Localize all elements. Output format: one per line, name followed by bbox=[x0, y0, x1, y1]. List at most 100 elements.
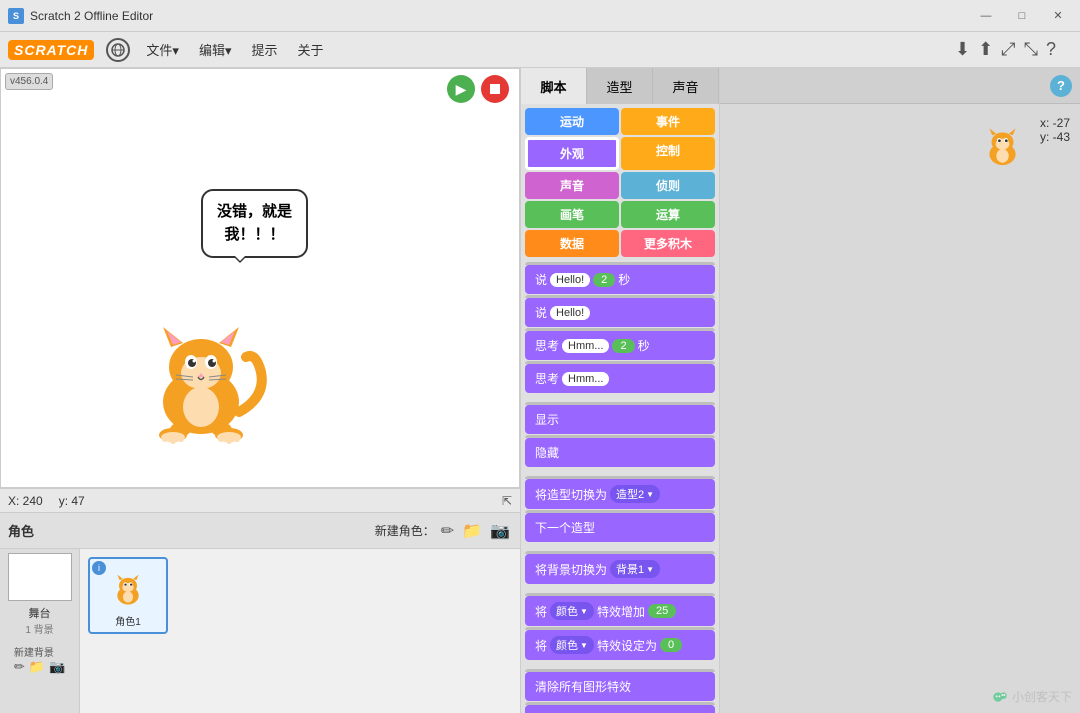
coord-x-display: x: -27 bbox=[1040, 116, 1070, 130]
new-bg-file-icon[interactable]: 📁 bbox=[29, 659, 45, 675]
block-think[interactable]: 思考 Hmm... bbox=[525, 364, 715, 393]
left-panel: v456.0.4 ▶ 没错，就是 我！！！ bbox=[0, 68, 520, 713]
block-say-hello[interactable]: 说 Hello! bbox=[525, 298, 715, 327]
stage-backdrops: 1 背景 bbox=[25, 621, 53, 636]
sprite-item[interactable]: i bbox=[88, 557, 168, 634]
block-input-2b[interactable]: 2 bbox=[612, 339, 634, 353]
block-suffix-sec: 秒 bbox=[618, 271, 630, 288]
new-bg-camera-icon[interactable]: 📷 bbox=[49, 659, 65, 675]
blocks-container: 说 Hello! 2 秒 说 Hello! 思考 Hmm... 2 秒 bbox=[521, 261, 719, 713]
blocks-scroll-area: 说 Hello! 2 秒 说 Hello! 思考 Hmm... 2 秒 bbox=[521, 261, 719, 713]
block-label: 将背景切换为 bbox=[535, 561, 607, 578]
menu-bar: SCRATCH 文件▾ 编辑▾ 提示 关于 ⬇ ⬆ ⤢ ⤡ ? bbox=[0, 32, 1080, 68]
file-menu[interactable]: 文件▾ bbox=[138, 36, 187, 63]
download-icon[interactable]: ⬇ bbox=[955, 39, 970, 60]
new-bg-icons: ✏ 📁 📷 bbox=[14, 659, 65, 675]
block-input-hmm2[interactable]: Hmm... bbox=[562, 372, 609, 386]
stage-thumbnail: 舞台 1 背景 新建背景 ✏ 📁 📷 bbox=[0, 549, 80, 713]
new-bg-area: 新建背景 ✏ 📁 📷 bbox=[14, 644, 65, 675]
sprite-list: i bbox=[80, 549, 520, 713]
block-input-hello2[interactable]: Hello! bbox=[550, 306, 590, 320]
sprite-thumbnail bbox=[98, 563, 158, 613]
edit-menu[interactable]: 编辑▾ bbox=[191, 36, 240, 63]
block-label: 将 bbox=[535, 637, 547, 654]
block-dropdown-effect1[interactable]: 颜色 bbox=[550, 602, 594, 620]
category-looks[interactable]: 外观 bbox=[525, 137, 619, 170]
sprite-info-badge[interactable]: i bbox=[92, 561, 106, 575]
toolbar-icons: ⬇ ⬆ ⤢ ⤡ ? bbox=[955, 39, 1056, 60]
exit-fullscreen-icon[interactable]: ⤡ bbox=[1024, 39, 1038, 60]
about-menu[interactable]: 关于 bbox=[289, 36, 331, 63]
block-hide[interactable]: 隐藏 bbox=[525, 438, 715, 467]
tips-menu[interactable]: 提示 bbox=[243, 36, 285, 63]
block-dropdown-costume[interactable]: 造型2 bbox=[610, 485, 660, 503]
help-button[interactable]: ? bbox=[1050, 75, 1072, 97]
middle-panel: 脚本 造型 声音 运动 事件 外观 控制 声音 侦则 画笔 运算 数据 更多积木… bbox=[520, 68, 720, 713]
maximize-button[interactable]: □ bbox=[1008, 6, 1036, 26]
script-tabs: 脚本 造型 声音 bbox=[521, 68, 719, 104]
app-icon: S bbox=[8, 8, 24, 24]
block-input-2[interactable]: 2 bbox=[593, 273, 615, 287]
block-think-sec[interactable]: 思考 Hmm... 2 秒 bbox=[525, 331, 715, 360]
stage-controls: ▶ bbox=[447, 75, 509, 103]
block-label: 将造型切换为 bbox=[535, 486, 607, 503]
block-next-costume[interactable]: 下一个造型 bbox=[525, 513, 715, 542]
block-input-hmm1[interactable]: Hmm... bbox=[562, 339, 609, 353]
sprite-header: 角色 新建角色： ✏ 📁 📷 bbox=[0, 513, 520, 549]
tab-sounds[interactable]: 声音 bbox=[653, 68, 719, 104]
stop-button[interactable] bbox=[481, 75, 509, 103]
scratch-logo: SCRATCH bbox=[8, 40, 94, 60]
expand-icon[interactable]: ⇱ bbox=[502, 494, 512, 508]
new-sprite-file-icon[interactable]: 📁 bbox=[460, 519, 484, 543]
sprite-header-label: 角色 bbox=[8, 521, 34, 540]
speech-bubble: 没错，就是 我！！！ bbox=[201, 189, 308, 258]
block-input-0[interactable]: 0 bbox=[660, 638, 682, 652]
block-change-size[interactable]: 将角色的大小增加 10 bbox=[525, 705, 715, 713]
category-sensing[interactable]: 侦则 bbox=[621, 172, 715, 199]
right-panel-header: ? bbox=[720, 68, 1080, 104]
stage: v456.0.4 ▶ 没错，就是 我！！！ bbox=[0, 68, 520, 488]
category-more[interactable]: 更多积木 bbox=[621, 230, 715, 257]
block-switch-backdrop[interactable]: 将背景切换为 背景1 bbox=[525, 554, 715, 584]
block-set-effect[interactable]: 将 颜色 特效设定为 0 bbox=[525, 630, 715, 660]
window-controls: — □ ✕ bbox=[972, 6, 1072, 26]
category-events[interactable]: 事件 bbox=[621, 108, 715, 135]
new-sprite-paint-icon[interactable]: ✏ bbox=[439, 519, 456, 543]
upload-icon[interactable]: ⬆ bbox=[978, 39, 993, 60]
close-button[interactable]: ✕ bbox=[1044, 6, 1072, 26]
coord-y-display: y: -43 bbox=[1040, 130, 1070, 144]
help-icon[interactable]: ? bbox=[1046, 39, 1056, 60]
block-dropdown-effect2[interactable]: 颜色 bbox=[550, 636, 594, 654]
category-operators[interactable]: 运算 bbox=[621, 201, 715, 228]
block-categories: 运动 事件 外观 控制 声音 侦则 画笔 运算 数据 更多积木 bbox=[521, 104, 719, 261]
category-control[interactable]: 控制 bbox=[621, 137, 715, 170]
block-show[interactable]: 显示 bbox=[525, 405, 715, 434]
block-change-effect[interactable]: 将 颜色 特效增加 25 bbox=[525, 596, 715, 626]
new-sprite-text: 新建角色： bbox=[375, 522, 435, 539]
green-flag-button[interactable]: ▶ bbox=[447, 75, 475, 103]
category-motion[interactable]: 运动 bbox=[525, 108, 619, 135]
category-pen[interactable]: 画笔 bbox=[525, 201, 619, 228]
block-input-hello1[interactable]: Hello! bbox=[550, 273, 590, 287]
block-label: 说 bbox=[535, 304, 547, 321]
block-dropdown-backdrop[interactable]: 背景1 bbox=[610, 560, 660, 578]
block-clear-effects[interactable]: 清除所有图形特效 bbox=[525, 672, 715, 701]
stage-preview bbox=[8, 553, 72, 601]
block-input-25[interactable]: 25 bbox=[648, 604, 676, 618]
new-bg-paint-icon[interactable]: ✏ bbox=[14, 659, 25, 675]
coord-y: y: 47 bbox=[59, 494, 85, 508]
coords-display: x: -27 y: -43 bbox=[1040, 116, 1070, 144]
category-data[interactable]: 数据 bbox=[525, 230, 619, 257]
new-sprite-camera-icon[interactable]: 📷 bbox=[488, 519, 512, 543]
globe-icon[interactable] bbox=[106, 38, 130, 62]
category-sound[interactable]: 声音 bbox=[525, 172, 619, 199]
coord-x: X: 240 bbox=[8, 494, 43, 508]
block-label: 将 bbox=[535, 603, 547, 620]
fullscreen-icon[interactable]: ⤢ bbox=[1001, 39, 1015, 60]
block-switch-costume[interactable]: 将造型切换为 造型2 bbox=[525, 479, 715, 509]
tab-costumes[interactable]: 造型 bbox=[587, 68, 653, 104]
minimize-button[interactable]: — bbox=[972, 6, 1000, 26]
tab-scripts[interactable]: 脚本 bbox=[521, 68, 587, 104]
title-bar: S Scratch 2 Offline Editor — □ ✕ bbox=[0, 0, 1080, 32]
block-say-hello-sec[interactable]: 说 Hello! 2 秒 bbox=[525, 265, 715, 294]
